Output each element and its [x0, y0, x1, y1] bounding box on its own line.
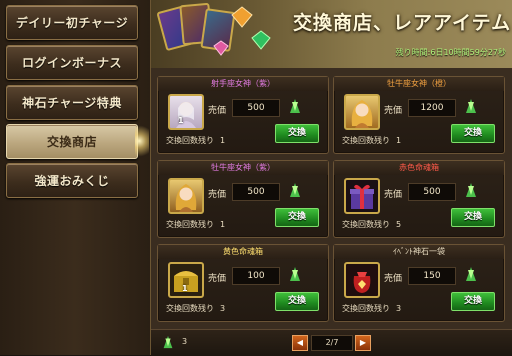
banner: 交換商店、レアアイテム 残り時間:6日10時間59分27秒 [151, 0, 512, 68]
currency-gem-icon [466, 183, 476, 197]
currency-gem-icon [290, 183, 300, 197]
pink-gem-icon [213, 40, 229, 56]
treasure-chest-icon[interactable]: 1 [168, 262, 204, 298]
sidebar-item-login-bonus[interactable]: ログインボーナス [6, 45, 138, 80]
price-value: 150 [408, 267, 456, 285]
sidebar-item-exchange-shop[interactable]: 交換商店 [6, 121, 149, 161]
remaining-count: 交換回数残り 1 [342, 136, 402, 145]
currency-balance: 3 [182, 337, 188, 346]
price-label: 売価 [208, 190, 227, 200]
currency-gem-icon [466, 267, 476, 281]
goddess-portrait-icon[interactable] [168, 178, 204, 214]
remaining-count: 交換回数残り 5 [342, 220, 402, 229]
exchange-button[interactable]: 交換 [275, 208, 319, 227]
currency-gem-icon [290, 99, 300, 113]
price-label: 売価 [384, 274, 403, 284]
item-name: 牡牛座女神（紫） [158, 161, 328, 175]
shop-item: 牡牛座女神（紫） 売価 500 交換回数残り 1 交換 [157, 160, 329, 238]
sidebar: デイリー初チャージ ログインボーナス 神石チャージ特典 交換商店 強運おみくじ [0, 0, 151, 355]
shop-item: 射手座女神（紫） 1 売価 500 交換回数残り 1 交換 [157, 76, 329, 154]
page-indicator: 2/7 [311, 335, 353, 351]
gem-bag-icon[interactable] [344, 262, 380, 298]
item-name: 赤色命魂箱 [334, 161, 504, 175]
remaining-count: 交換回数残り 1 [166, 136, 226, 145]
orange-gem-icon [231, 6, 253, 28]
currency-gem-icon [290, 267, 300, 281]
shop-item: 赤色命魂箱 売価 500 交換回数残り 5 交換 [333, 160, 505, 238]
next-page-button[interactable]: ▶ [355, 335, 371, 351]
shop-item: ｲﾍﾞﾝﾄ神石一袋 売価 150 交換回数残り 3 交換 [333, 244, 505, 322]
item-name: ｲﾍﾞﾝﾄ神石一袋 [334, 245, 504, 259]
item-name: 牡牛座女神（橙） [334, 77, 504, 91]
gift-box-icon[interactable] [344, 178, 380, 214]
price-label: 売価 [208, 106, 227, 116]
exchange-button[interactable]: 交換 [451, 292, 495, 311]
price-value: 1200 [408, 99, 456, 117]
price-label: 売価 [384, 106, 403, 116]
currency-gem-icon [466, 99, 476, 113]
remaining-count: 交換回数残り 1 [166, 220, 226, 229]
sidebar-item-daily-charge[interactable]: デイリー初チャージ [6, 5, 138, 40]
exchange-button[interactable]: 交換 [451, 208, 495, 227]
price-label: 売価 [384, 190, 403, 200]
currency-gem-icon [163, 335, 173, 349]
sidebar-item-charge-bonus[interactable]: 神石チャージ特典 [6, 85, 138, 120]
countdown-timer: 残り時間:6日10時間59分27秒 [395, 48, 506, 57]
prev-page-button[interactable]: ◀ [292, 335, 308, 351]
shop-item: 黄色命魂箱 1 売価 100 交換回数残り 3 交換 [157, 244, 329, 322]
banner-title: 交換商店、レアアイテム [293, 12, 512, 34]
price-value: 500 [232, 99, 280, 117]
remaining-count: 交換回数残り 3 [166, 304, 226, 313]
price-label: 売価 [208, 274, 227, 284]
sidebar-item-lucky-draw[interactable]: 強運おみくじ [6, 163, 138, 198]
green-gem-icon [251, 30, 271, 50]
price-value: 500 [408, 183, 456, 201]
price-value: 100 [232, 267, 280, 285]
item-name: 射手座女神（紫） [158, 77, 328, 91]
exchange-button[interactable]: 交換 [451, 124, 495, 143]
goddess-portrait-icon[interactable] [344, 94, 380, 130]
goddess-portrait-icon[interactable]: 1 [168, 94, 204, 130]
remaining-count: 交換回数残り 3 [342, 304, 402, 313]
shop-item: 牡牛座女神（橙） 売価 1200 交換回数残り 1 交換 [333, 76, 505, 154]
item-name: 黄色命魂箱 [158, 245, 328, 259]
item-count: 1 [182, 284, 188, 293]
exchange-button[interactable]: 交換 [275, 124, 319, 143]
footer: 3 ◀ 2/7 ▶ [151, 329, 512, 356]
price-value: 500 [232, 183, 280, 201]
exchange-button[interactable]: 交換 [275, 292, 319, 311]
